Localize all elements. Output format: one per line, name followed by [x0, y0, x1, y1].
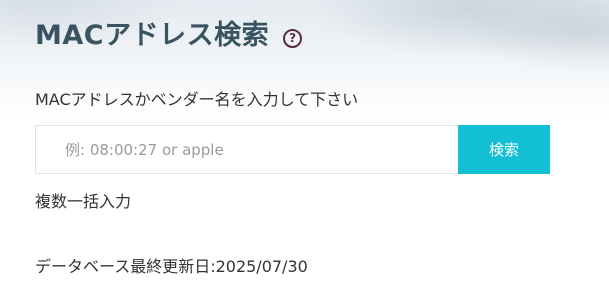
search-button[interactable]: 検索	[458, 125, 550, 174]
help-glyph: ?	[289, 31, 297, 45]
page-header: MACアドレス検索 ?	[35, 18, 303, 54]
bulk-input-link[interactable]: 複数一括入力	[35, 188, 131, 212]
page-title: MACアドレス検索	[35, 20, 270, 51]
database-updated-date: データベース最終更新日:2025/07/30	[35, 257, 308, 276]
search-form: 検索	[35, 125, 550, 174]
search-instruction: MACアドレスかベンダー名を入力して下さい	[35, 90, 359, 109]
search-input[interactable]	[35, 125, 458, 174]
question-circle-icon[interactable]: ?	[283, 28, 303, 48]
